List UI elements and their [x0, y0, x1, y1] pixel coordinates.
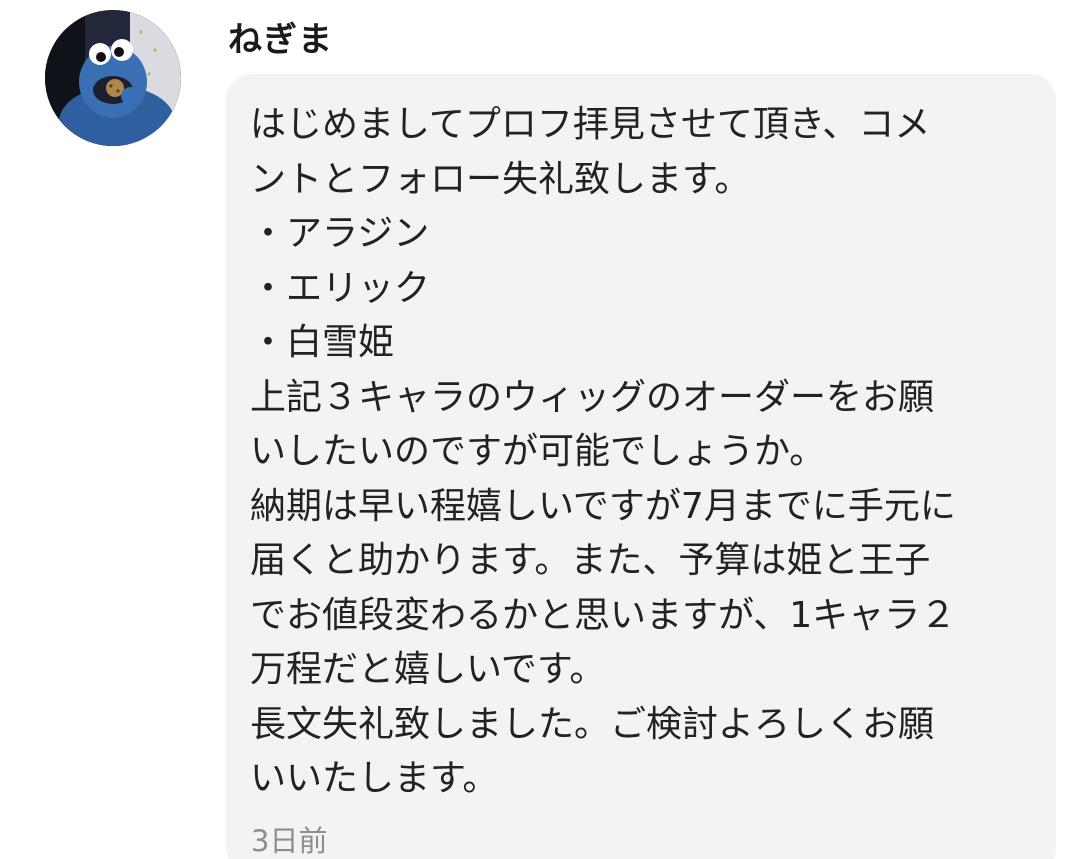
message-line: いいたします。 — [250, 758, 499, 799]
message-line: 万程だと嬉しいです。 — [250, 649, 606, 690]
message-line: ントとフォロー失礼致します。 — [250, 158, 751, 200]
message-line: 届くと助かります。また、予算は姫と王子 — [250, 540, 931, 581]
cookie-monster-avatar-icon — [45, 10, 181, 146]
message-line: はじめましてプロフ拝見させて頂き、コメ — [250, 104, 931, 145]
message-line: いしたいのですが可能でしょうか。 — [250, 431, 826, 472]
message-line: でお値段変わるかと思いますが、1キャラ２ — [250, 594, 957, 636]
timestamp: 3日前 — [251, 824, 328, 858]
message-line: 納期は早い程嬉しいですが7月までに手元に — [250, 485, 956, 527]
message-line: 上記３キャラのウィッグのオーダーをお願 — [250, 376, 935, 418]
comment: ねぎま はじめましてプロフ拝見させて頂き、コメ ントとフォロー失礼致します。 ・… — [0, 0, 1080, 859]
message-line: 長文失礼致しました。ご検討よろしくお願 — [250, 703, 935, 745]
message-text: はじめましてプロフ拝見させて頂き、コメ ントとフォロー失礼致します。 ・アラジン… — [250, 98, 1040, 807]
username[interactable]: ねぎま — [228, 12, 333, 61]
message-line: ・アラジン — [250, 213, 430, 254]
user-avatar[interactable] — [45, 10, 181, 146]
message-line: ・白雪姫 — [250, 322, 395, 363]
message-line: ・エリック — [250, 267, 431, 309]
